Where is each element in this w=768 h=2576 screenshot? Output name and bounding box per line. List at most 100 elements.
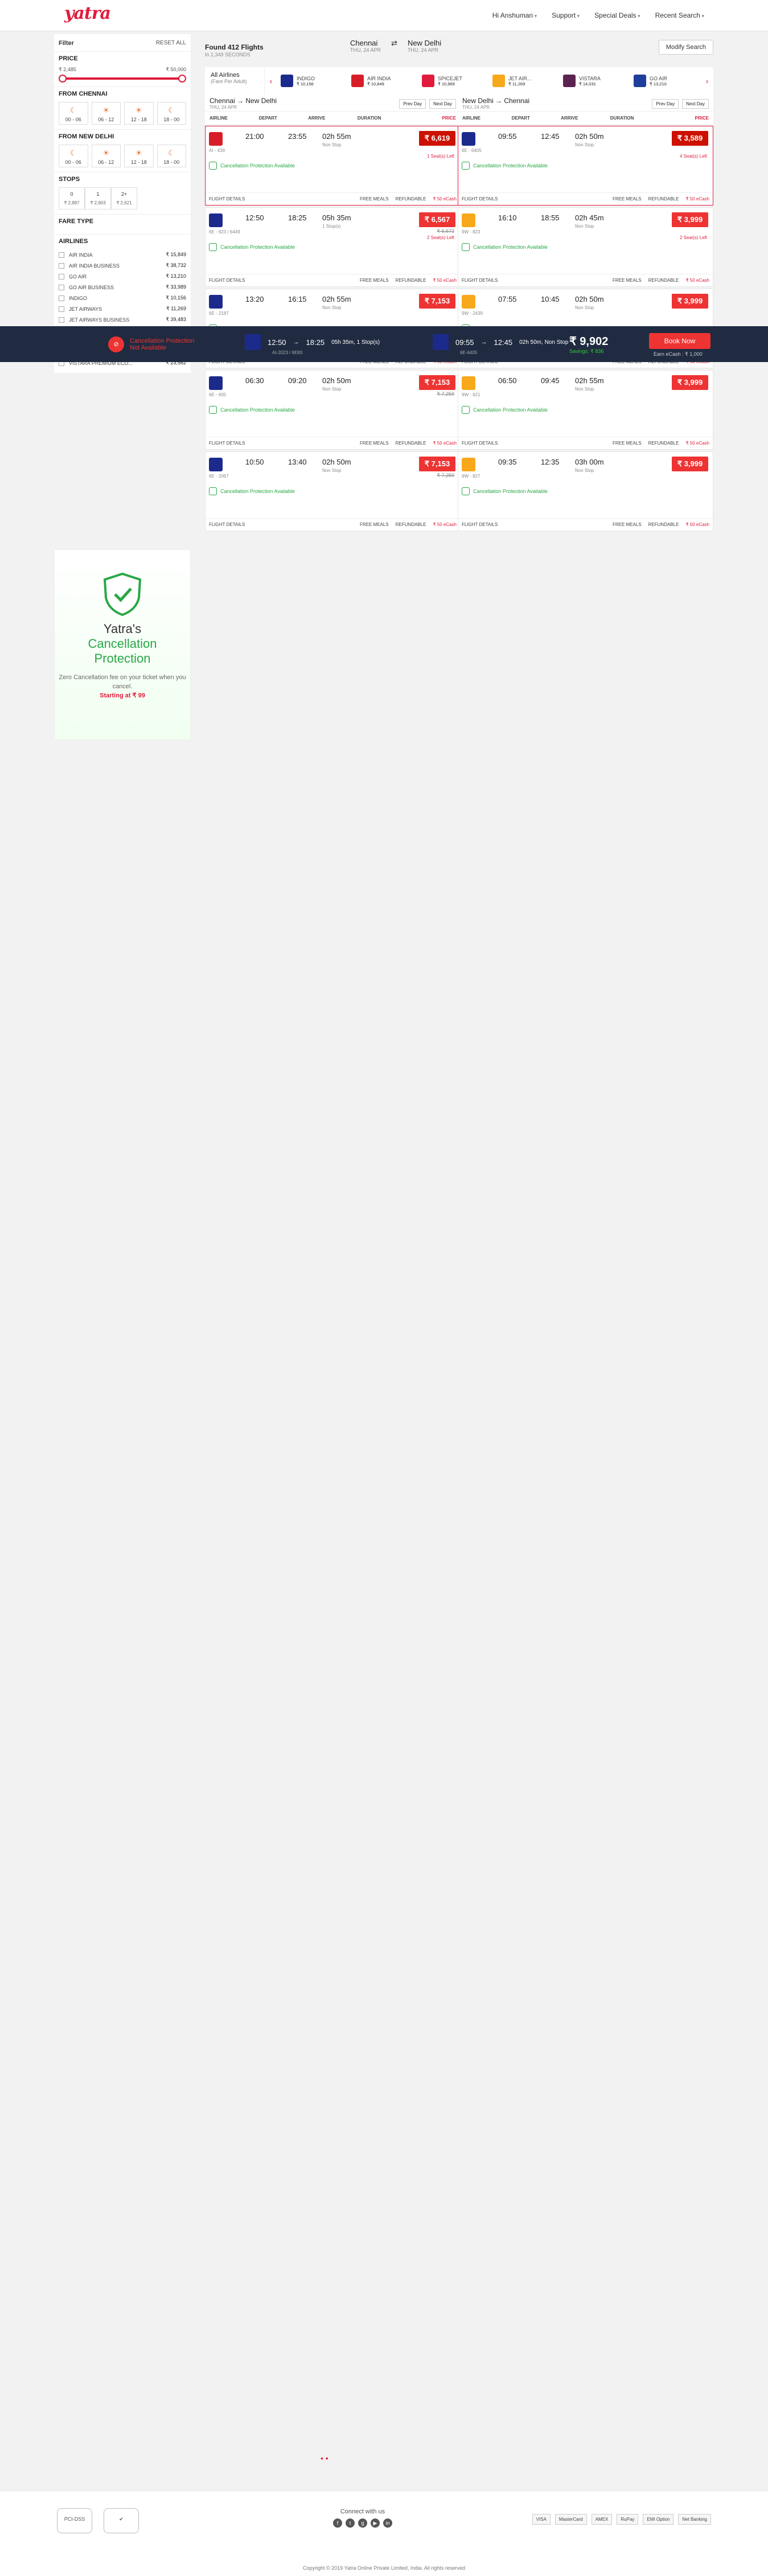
- airline-filter-item[interactable]: JET AIRWAYS BUSINESS ₹ 39,483: [59, 314, 186, 325]
- price-button[interactable]: ₹ 3,999: [672, 294, 708, 309]
- flight-card[interactable]: 6E - 605 06:30 09:20 02h 50m Non Stop ₹ 7,153…: [205, 370, 461, 450]
- time-slot[interactable]: ☀ 12 - 18: [124, 145, 154, 167]
- flight-details-link[interactable]: FLIGHT DETAILS: [209, 441, 245, 446]
- checkbox[interactable]: [59, 317, 64, 323]
- airline-filter-item[interactable]: GO AIR ₹ 13,210: [59, 271, 186, 282]
- user-menu[interactable]: Hi Anshuman: [492, 11, 537, 19]
- checkbox[interactable]: [59, 295, 64, 301]
- time-slot[interactable]: ☀ 06 - 12: [91, 102, 121, 125]
- price-button[interactable]: ₹ 3,999: [672, 457, 708, 471]
- carrier-item[interactable]: AIR INDIA ₹ 10,849: [348, 75, 418, 87]
- price-button[interactable]: ₹ 6,619: [419, 131, 455, 146]
- time-slot[interactable]: ☀ 12 - 18: [124, 102, 154, 125]
- stops: 1 Stop(s): [322, 224, 341, 229]
- cp-label: Cancellation Protection Available: [220, 488, 295, 494]
- flight-card[interactable]: 9W - 827 09:35 12:35 03h 00m Non Stop ₹ 3,999…: [458, 451, 713, 531]
- book-now-button[interactable]: Book Now: [649, 333, 710, 349]
- stop-option[interactable]: 0 ₹ 2,897: [59, 187, 85, 209]
- carrier-item[interactable]: VISTARA ₹ 14,031: [560, 75, 630, 87]
- price-button[interactable]: ₹ 6,567: [419, 212, 455, 227]
- youtube-icon[interactable]: ▶: [371, 2519, 380, 2528]
- cp-label: Cancellation Protection Available: [220, 407, 295, 413]
- next-day-button[interactable]: Next Day: [429, 99, 456, 109]
- price-button[interactable]: ₹ 3,999: [672, 375, 708, 390]
- price-button[interactable]: ₹ 7,153: [419, 294, 455, 309]
- flight-card[interactable]: AI - 439 21:00 23:55 02h 55m Non Stop ₹ 6,619…: [205, 126, 461, 206]
- price-slider[interactable]: [59, 75, 186, 83]
- price-button[interactable]: ₹ 3,589: [672, 131, 708, 146]
- airline-filter-item[interactable]: JET AIRWAYS ₹ 11,269: [59, 303, 186, 314]
- recent-search-menu[interactable]: Recent Search: [655, 11, 704, 19]
- google-plus-icon[interactable]: g: [358, 2519, 367, 2528]
- stop-option[interactable]: 1 ₹ 2,603: [85, 187, 111, 209]
- cancellation-promo[interactable]: Yatra's Cancellation Protection Zero Cance…: [54, 549, 191, 740]
- airline-filter-item[interactable]: INDIGO ₹ 10,156: [59, 293, 186, 303]
- flight-details-link[interactable]: FLIGHT DETAILS: [462, 196, 498, 202]
- checkbox[interactable]: [59, 284, 64, 290]
- prev-day-button[interactable]: Prev Day: [652, 99, 679, 109]
- flight-card[interactable]: 6E - 2067 10:50 13:40 02h 50m Non Stop ₹ 7,15…: [205, 451, 461, 531]
- flight-details-link[interactable]: FLIGHT DETAILS: [209, 522, 245, 527]
- refundable-tag: REFUNDABLE: [648, 522, 679, 527]
- prev-day-button[interactable]: Prev Day: [399, 99, 426, 109]
- price-button[interactable]: ₹ 7,153: [419, 457, 455, 471]
- slider-max-handle[interactable]: [178, 75, 186, 83]
- flight-details-link[interactable]: FLIGHT DETAILS: [462, 278, 498, 283]
- carrier-item[interactable]: INDIGO ₹ 10,156: [277, 75, 348, 87]
- flight-details-link[interactable]: FLIGHT DETAILS: [209, 278, 245, 283]
- card-footer: FLIGHT DETAILS FREE MEALS REFUNDABLE ₹ 50 e…: [458, 192, 713, 205]
- depart-time: 09:35: [498, 458, 517, 466]
- checkbox[interactable]: [59, 262, 64, 269]
- flight-details-link[interactable]: FLIGHT DETAILS: [209, 196, 245, 202]
- next-day-button[interactable]: Next Day: [682, 99, 709, 109]
- checkbox[interactable]: [59, 306, 64, 312]
- special-deals-menu[interactable]: Special Deals: [594, 11, 640, 19]
- carousel-prev-icon[interactable]: ‹: [265, 76, 277, 85]
- flight-card[interactable]: 9W - 621 06:50 09:45 02h 55m Non Stop ₹ 3,999…: [458, 370, 713, 450]
- carousel-next-icon[interactable]: ›: [701, 76, 713, 85]
- flight-details-link[interactable]: FLIGHT DETAILS: [462, 441, 498, 446]
- carrier-item[interactable]: JET AIR... ₹ 11,269: [489, 75, 560, 87]
- sun-icon: ☀: [102, 106, 110, 114]
- arrive-time: 10:45: [541, 295, 560, 303]
- carrier-item[interactable]: SPICEJET ₹ 10,969: [418, 75, 489, 87]
- twitter-icon[interactable]: t: [346, 2519, 355, 2528]
- seats-left: 2 Seat(s) Left: [679, 235, 707, 240]
- airline-filter-item[interactable]: GO AIR BUSINESS ₹ 33,989: [59, 282, 186, 293]
- airlines-title: AIRLINES: [59, 238, 88, 245]
- seats-left: 4 Seat(s) Left: [679, 154, 707, 159]
- carrier-item[interactable]: GO AIR ₹ 13,210: [630, 75, 701, 87]
- all-airlines-tab[interactable]: All Airlines (Fare Per Adult): [205, 67, 265, 95]
- filter-sidebar: Filter RESET ALL PRICE ₹ 2,485 ₹ 50,000 FR…: [54, 34, 191, 373]
- yatra-logo[interactable]: yatra: [64, 3, 111, 23]
- time-slot[interactable]: ☾ 00 - 06: [59, 102, 88, 125]
- time-slot[interactable]: ☾ 18 - 00: [157, 145, 186, 167]
- facebook-icon[interactable]: f: [333, 2519, 342, 2528]
- checkbox[interactable]: [59, 252, 64, 258]
- airline-filter-item[interactable]: AIR INDIA BUSINESS ₹ 38,732: [59, 260, 186, 271]
- stop-option[interactable]: 2+ ₹ 2,621: [111, 187, 137, 209]
- payment-method: EMI Option: [643, 2514, 674, 2525]
- price-button[interactable]: ₹ 3,999: [672, 212, 708, 227]
- flight-details-link[interactable]: FLIGHT DETAILS: [462, 522, 498, 527]
- price-button[interactable]: ₹ 7,153: [419, 375, 455, 390]
- slider-min-handle[interactable]: [59, 75, 67, 83]
- selected-flights-banner: ⊘ Cancellation Protection Not Available 1…: [0, 326, 768, 362]
- card-footer: FLIGHT DETAILS FREE MEALS REFUNDABLE ₹ 50 e…: [458, 518, 713, 531]
- checkbox[interactable]: [59, 273, 64, 280]
- modify-search-button[interactable]: Modify Search: [658, 40, 713, 55]
- reset-all-link[interactable]: RESET ALL: [156, 40, 186, 47]
- airline-filter-item[interactable]: AIR INDIA ₹ 15,849: [59, 249, 186, 260]
- flight-card[interactable]: 6E - 923 / 6449 12:50 18:25 05h 35m 1 Stop(s…: [205, 207, 461, 287]
- promo-heading: Yatra's Cancellation Protection: [88, 622, 157, 665]
- time-slot[interactable]: ☾ 18 - 00: [157, 102, 186, 125]
- verified-badge-icon: ✔: [104, 2508, 139, 2533]
- stops: Non Stop: [322, 387, 342, 392]
- flight-card[interactable]: 9W - 823 16:10 18:55 02h 45m Non Stop ₹ 3,999…: [458, 207, 713, 287]
- time-slot[interactable]: ☀ 06 - 12: [91, 145, 121, 167]
- flight-card[interactable]: 6E - 6405 09:55 12:45 02h 50m Non Stop ₹ 3,58…: [458, 126, 713, 206]
- time-slot[interactable]: ☾ 00 - 06: [59, 145, 88, 167]
- linkedin-icon[interactable]: in: [383, 2519, 392, 2528]
- support-menu[interactable]: Support: [552, 11, 580, 19]
- ecash-tag: ₹ 50 eCash: [433, 441, 457, 446]
